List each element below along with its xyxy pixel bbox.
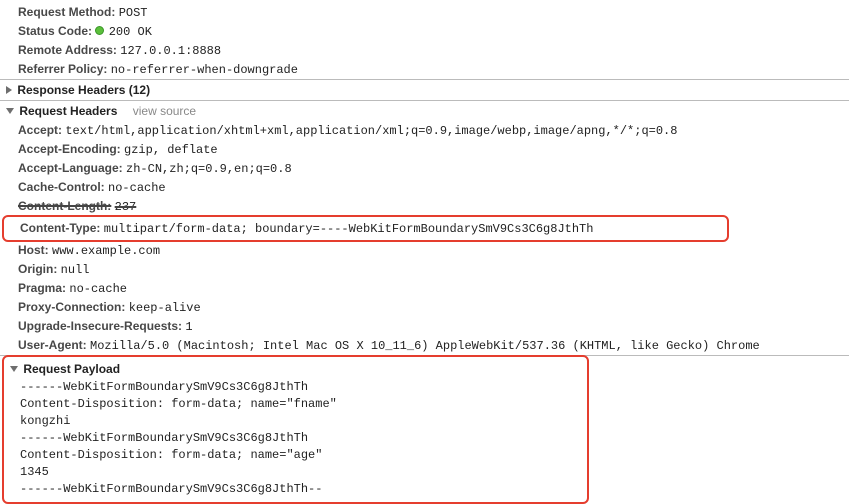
label: Origin: [18, 262, 57, 276]
disclosure-triangle-icon [10, 366, 18, 372]
header-upgrade-insecure-requests: Upgrade-Insecure-Requests: 1 [0, 317, 849, 336]
payload-line: 1345 [6, 464, 585, 481]
header-host: Host: www.example.com [0, 241, 849, 260]
label: Upgrade-Insecure-Requests: [18, 319, 182, 333]
label: Accept-Encoding: [18, 142, 121, 156]
header-origin: Origin: null [0, 260, 849, 279]
header-accept-encoding: Accept-Encoding: gzip, deflate [0, 140, 849, 159]
payload-line: ------WebKitFormBoundarySmV9Cs3C6g8JthTh [6, 430, 585, 447]
section-title: Request Headers [19, 104, 117, 118]
value: text/html,application/xhtml+xml,applicat… [65, 124, 677, 138]
label: Request Method: [18, 5, 115, 19]
payload-line: kongzhi [6, 413, 585, 430]
label: Referrer Policy: [18, 62, 107, 76]
label: Status Code: [18, 24, 92, 38]
value: no-cache [69, 282, 127, 296]
highlight-content-type: Content-Type: multipart/form-data; bound… [2, 215, 729, 242]
label: Accept-Language: [18, 161, 123, 175]
value: multipart/form-data; boundary=----WebKit… [104, 222, 594, 236]
section-title: Request Payload [23, 362, 120, 376]
disclosure-triangle-icon [6, 86, 12, 94]
value: keep-alive [129, 301, 201, 315]
highlight-request-payload: Request Payload ------WebKitFormBoundary… [2, 355, 589, 504]
label: Content-Length: [18, 199, 111, 213]
payload-line: Content-Disposition: form-data; name="ag… [6, 447, 585, 464]
value: www.example.com [52, 244, 160, 258]
header-cache-control: Cache-Control: no-cache [0, 178, 849, 197]
value: POST [119, 6, 148, 20]
label: Cache-Control: [18, 180, 105, 194]
header-pragma: Pragma: no-cache [0, 279, 849, 298]
general-status-code: Status Code: 200 OK [0, 22, 849, 41]
label: Accept: [18, 123, 62, 137]
header-content-type: Content-Type: multipart/form-data; bound… [4, 219, 727, 238]
value: no-referrer-when-downgrade [111, 63, 298, 77]
value: Mozilla/5.0 (Macintosh; Intel Mac OS X 1… [90, 339, 760, 353]
header-accept: Accept: text/html,application/xhtml+xml,… [0, 121, 849, 140]
value: zh-CN,zh;q=0.9,en;q=0.8 [126, 162, 292, 176]
header-accept-language: Accept-Language: zh-CN,zh;q=0.9,en;q=0.8 [0, 159, 849, 178]
value: 237 [115, 200, 137, 214]
view-source-link[interactable]: view source [133, 104, 196, 118]
payload-line: Content-Disposition: form-data; name="fn… [6, 396, 585, 413]
value: 127.0.0.1:8888 [120, 44, 221, 58]
label: Pragma: [18, 281, 66, 295]
value: 1 [185, 320, 192, 334]
label: Remote Address: [18, 43, 117, 57]
section-title: Response Headers (12) [17, 83, 150, 97]
response-headers-toggle[interactable]: Response Headers (12) [0, 80, 849, 100]
payload-line: ------WebKitFormBoundarySmV9Cs3C6g8JthTh… [6, 481, 585, 498]
general-referrer-policy: Referrer Policy: no-referrer-when-downgr… [0, 60, 849, 79]
value: 200 OK [109, 25, 152, 39]
label: Content-Type: [20, 221, 100, 235]
value: null [61, 263, 90, 277]
value: gzip, deflate [124, 143, 218, 157]
label: User-Agent: [18, 338, 87, 352]
header-content-length: Content-Length: 237 [0, 197, 849, 216]
header-proxy-connection: Proxy-Connection: keep-alive [0, 298, 849, 317]
payload-line: ------WebKitFormBoundarySmV9Cs3C6g8JthTh [6, 379, 585, 396]
header-user-agent: User-Agent: Mozilla/5.0 (Macintosh; Inte… [0, 336, 849, 355]
request-payload-toggle[interactable]: Request Payload [6, 359, 585, 379]
label: Host: [18, 243, 49, 257]
value: no-cache [108, 181, 166, 195]
request-headers-toggle[interactable]: Request Headers view source [0, 101, 849, 121]
general-remote-address: Remote Address: 127.0.0.1:8888 [0, 41, 849, 60]
general-request-method: Request Method: POST [0, 3, 849, 22]
label: Proxy-Connection: [18, 300, 125, 314]
disclosure-triangle-icon [6, 108, 14, 114]
status-dot-icon [95, 26, 104, 35]
